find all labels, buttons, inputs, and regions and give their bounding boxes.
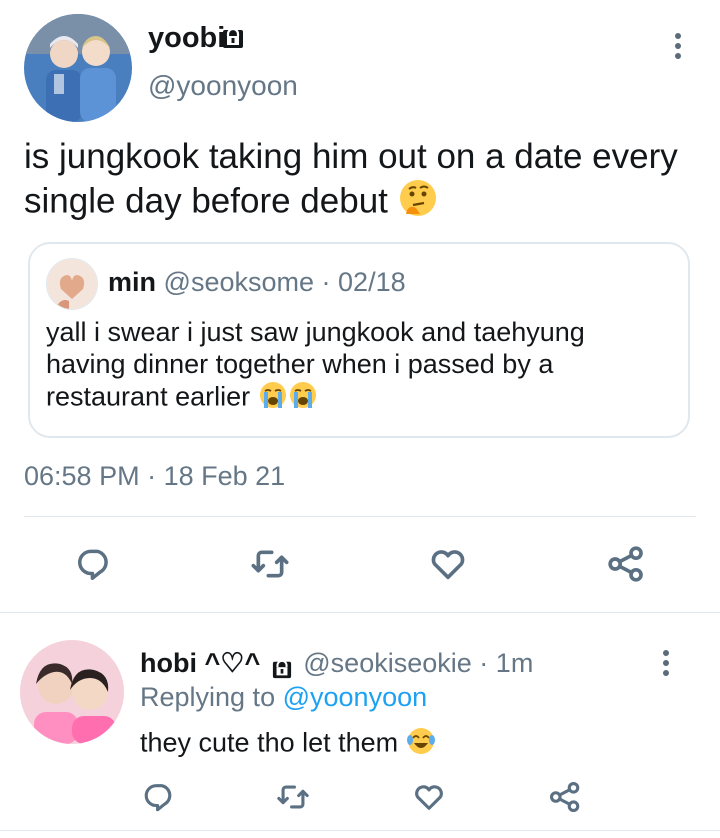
protected-lock-icon <box>272 655 292 678</box>
reply-icon[interactable] <box>72 542 116 586</box>
reply-icon[interactable] <box>140 778 178 816</box>
more-options-icon[interactable] <box>656 650 676 676</box>
reply-time-ago: 1m <box>495 648 534 678</box>
quoted-tweet-text: yall i swear i just saw jungkook and tae… <box>46 316 666 417</box>
quoted-tweet-header: min @seoksome · 02/18 <box>108 267 406 298</box>
thinking-face-emoji <box>398 178 438 228</box>
quoted-author-handle[interactable]: @seoksome <box>164 267 314 297</box>
like-icon[interactable] <box>410 778 448 816</box>
like-icon[interactable] <box>426 542 470 586</box>
share-icon[interactable] <box>546 778 584 816</box>
divider <box>24 516 696 517</box>
more-options-icon[interactable] <box>668 33 688 59</box>
quoted-author-name[interactable]: min <box>108 267 156 297</box>
separator-dot: · <box>479 648 489 678</box>
author-avatar[interactable] <box>24 14 132 122</box>
quoted-author-avatar[interactable] <box>46 258 98 310</box>
replying-to-label: Replying to <box>140 682 276 712</box>
author-display-name[interactable]: yoobi <box>148 22 225 55</box>
protected-lock-icon <box>222 27 244 49</box>
author-handle[interactable]: @yoonyoon <box>148 70 298 102</box>
replying-to-link[interactable]: @yoonyoon <box>283 682 428 712</box>
face-with-tears-of-joy-emoji <box>406 726 436 763</box>
divider <box>0 612 720 613</box>
reply-author-handle[interactable]: @seokiseokie <box>303 648 472 678</box>
tweet-text: is jungkook taking him out on a date eve… <box>24 136 714 228</box>
retweet-icon[interactable] <box>248 542 292 586</box>
retweet-icon[interactable] <box>274 778 312 816</box>
reply-tweet-header: hobi ^♡^ @seokiseokie · 1m <box>140 648 533 679</box>
quoted-tweet-date: 02/18 <box>338 267 406 297</box>
divider <box>0 830 720 831</box>
tweet-timestamp[interactable]: 06:58 PM · 18 Feb 21 <box>24 461 285 492</box>
share-icon[interactable] <box>604 542 648 586</box>
loudly-crying-face-emoji <box>258 380 288 417</box>
reply-author-avatar[interactable] <box>20 640 124 744</box>
reply-tweet-text: they cute tho let them <box>140 726 436 763</box>
reply-author-name[interactable]: hobi ^♡^ <box>140 648 260 678</box>
loudly-crying-face-emoji <box>288 380 318 417</box>
separator-dot: · <box>321 267 331 297</box>
replying-to-line: Replying to @yoonyoon <box>140 682 427 713</box>
